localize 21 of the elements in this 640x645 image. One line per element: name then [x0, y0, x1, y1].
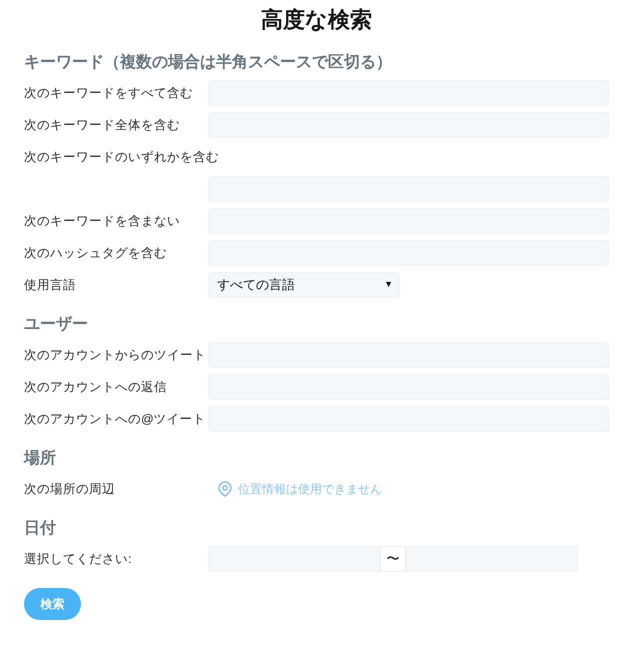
page-title: 高度な検索 [260, 6, 373, 34]
range-separator: 〜 [380, 546, 406, 572]
location-pin-icon [218, 481, 232, 497]
field-label: 使用言語 [24, 276, 77, 294]
caret-icon: ▼ [384, 278, 393, 292]
field-label: 次のキーワードのいずれかを含む [24, 148, 219, 166]
section-heading: 場所 [24, 448, 57, 469]
field-label: 次のキーワードをすべて含む [24, 84, 194, 102]
section-heading: 日付 [24, 519, 57, 539]
field-label: 次のアカウントからのツイート [24, 346, 207, 364]
field-label: 次のキーワード全体を含む [24, 116, 181, 134]
field-label: 次のキーワードを含まない [24, 212, 181, 230]
field-label: 次の場所の周辺 [24, 480, 116, 498]
location-status: 位置情報は使用できません [238, 481, 382, 498]
language-dropdown[interactable]: すべての言語 ▼ [208, 272, 400, 298]
section-heading: ユーザー [24, 315, 89, 335]
field-label: 選択してください: [24, 550, 132, 568]
section-heading: キーワード（複数の場合は半角スペースで区切る） [24, 52, 393, 73]
field-label: 次のアカウントへの@ツイート [24, 410, 207, 428]
field-label: 次のハッシュタグを含む [24, 244, 168, 262]
field-label: 次のアカウントへの返信 [24, 378, 168, 396]
